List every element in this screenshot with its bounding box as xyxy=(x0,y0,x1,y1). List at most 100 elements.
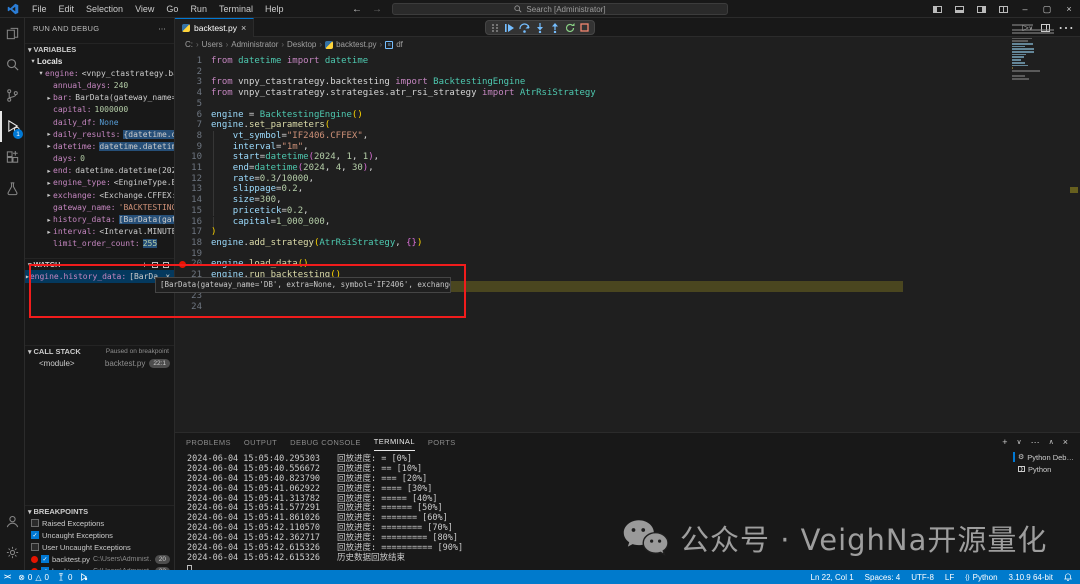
variable-row[interactable]: ▸daily_results: {datetime.date… xyxy=(25,128,174,140)
panel-tab-debug-console[interactable]: DEBUG CONSOLE xyxy=(290,438,361,447)
step-into-icon[interactable] xyxy=(535,23,545,33)
code-line[interactable]: 17) xyxy=(175,227,1080,238)
variable-row[interactable]: ▸history_data: [BarData(gatew… xyxy=(25,213,174,225)
code-line[interactable]: 11 end=datetime(2024, 4, 30), xyxy=(175,163,1080,174)
panel-tab-output[interactable]: OUTPUT xyxy=(244,438,277,447)
code-line[interactable]: 13 slippage=0.2, xyxy=(175,184,1080,195)
close-tab-icon[interactable]: × xyxy=(241,23,246,33)
step-over-icon[interactable] xyxy=(519,23,530,33)
code-line[interactable]: 3from vnpy_ctastrategy.backtesting impor… xyxy=(175,77,1080,88)
notifications-bell-icon[interactable] xyxy=(1064,573,1072,581)
debug-status-icon[interactable] xyxy=(80,573,88,581)
breakpoint-toggle-row[interactable]: User Uncaught Exceptions xyxy=(25,541,174,553)
close-window-button[interactable]: × xyxy=(1058,0,1080,18)
back-arrow-icon[interactable]: ← xyxy=(352,4,362,15)
toggle-sidebar-icon[interactable] xyxy=(926,0,948,18)
breadcrumb-segment[interactable]: Administrator xyxy=(231,40,278,49)
panel-tab-problems[interactable]: PROBLEMS xyxy=(186,438,231,447)
more-actions-icon[interactable]: ⋯ xyxy=(1058,18,1074,38)
variable-row[interactable]: gateway_name: 'BACKTESTING' xyxy=(25,201,174,213)
breakpoints-section-header[interactable]: ▾ BREAKPOINTS xyxy=(25,505,174,517)
code-line[interactable]: 6engine = BacktestingEngine() xyxy=(175,110,1080,121)
breadcrumb-segment[interactable]: Desktop xyxy=(287,40,316,49)
code-line[interactable]: 18engine.add_strategy(AtrRsiStrategy, {}… xyxy=(175,238,1080,249)
breakpoint-toggle-row[interactable]: Raised Exceptions xyxy=(25,517,174,529)
continue-icon[interactable] xyxy=(504,23,514,33)
variables-section-header[interactable]: ▾ VARIABLES xyxy=(25,43,174,55)
encoding[interactable]: UTF-8 xyxy=(911,573,934,582)
python-interpreter[interactable]: 3.10.9 64-bit xyxy=(1009,573,1053,582)
activity-item-run-and-debug[interactable]: 1 xyxy=(0,111,25,142)
variable-row[interactable]: ▾Locals xyxy=(25,55,174,67)
tab-backtest-py[interactable]: backtest.py × xyxy=(175,18,254,37)
variable-row[interactable]: ▾engine: <vnpy_ctastrategy.back… xyxy=(25,67,174,79)
variable-row[interactable]: ▸datetime: datetime.datetime(2… xyxy=(25,140,174,152)
checkbox[interactable] xyxy=(31,543,39,551)
stack-frame[interactable]: <module> backtest.py 22:1 xyxy=(25,357,174,370)
panel-tab-terminal[interactable]: TERMINAL xyxy=(374,434,415,451)
customize-layout-icon[interactable] xyxy=(992,0,1014,18)
checkbox[interactable]: ✓ xyxy=(31,531,39,539)
breadcrumb[interactable]: C:›Users›Administrator›Desktop›backtest.… xyxy=(175,37,1080,52)
variable-row[interactable]: annual_days: 240 xyxy=(25,79,174,91)
new-terminal-icon[interactable]: + xyxy=(1002,437,1007,447)
activity-item-explorer[interactable] xyxy=(0,18,25,49)
restore-button[interactable]: ▢ xyxy=(1036,0,1058,18)
terminal-dropdown-icon[interactable]: ∨ xyxy=(1016,438,1021,446)
code-line[interactable]: 15 pricetick=0.2, xyxy=(175,206,1080,217)
language-mode[interactable]: {}Python xyxy=(965,573,997,582)
code-line[interactable]: 7engine.set_parameters( xyxy=(175,120,1080,131)
breadcrumb-segment[interactable]: C: xyxy=(185,40,193,49)
ports-status[interactable]: 0 xyxy=(57,573,72,582)
command-center-search[interactable]: Search [Administrator] xyxy=(392,3,728,15)
code-line[interactable]: 14 size=300, xyxy=(175,195,1080,206)
menu-terminal[interactable]: Terminal xyxy=(213,0,259,18)
activity-item-extensions[interactable] xyxy=(0,142,25,173)
code-line[interactable]: 9 interval="1m", xyxy=(175,142,1080,153)
activity-item-settings[interactable] xyxy=(0,537,25,568)
menu-run[interactable]: Run xyxy=(184,0,213,18)
cursor-position[interactable]: Ln 22, Col 1 xyxy=(811,573,854,582)
menu-help[interactable]: Help xyxy=(259,0,290,18)
menu-file[interactable]: File xyxy=(26,0,53,18)
menu-view[interactable]: View xyxy=(129,0,160,18)
checkbox[interactable] xyxy=(31,519,39,527)
breakpoint-file-row[interactable]: ✓backtest.pyC:\Users\Administ…20 xyxy=(25,553,174,565)
breadcrumb-segment[interactable]: df xyxy=(396,40,403,49)
toggle-secondary-sidebar-icon[interactable] xyxy=(970,0,992,18)
variable-row[interactable]: capital: 1000000 xyxy=(25,104,174,116)
checkbox[interactable]: ✓ xyxy=(41,555,49,563)
more-actions-icon[interactable]: ⋯ xyxy=(1031,437,1040,448)
code-line[interactable]: 19 xyxy=(175,249,1080,260)
code-line[interactable]: 5 xyxy=(175,99,1080,110)
call-stack-section-header[interactable]: ▾ CALL STACK Paused on breakpoint xyxy=(25,345,174,357)
remote-indicator-icon[interactable]: >< xyxy=(4,574,10,581)
code-area[interactable]: 1from datetime import datetime23from vnp… xyxy=(175,52,1080,432)
activity-item-source-control[interactable] xyxy=(0,80,25,111)
forward-arrow-icon[interactable]: → xyxy=(372,4,382,15)
variable-row[interactable]: ▸bar: BarData(gateway_name='DB… xyxy=(25,92,174,104)
indentation[interactable]: Spaces: 4 xyxy=(865,573,901,582)
variable-row[interactable]: days: 0 xyxy=(25,153,174,165)
activity-item-testing[interactable] xyxy=(0,173,25,204)
problems-status[interactable]: ⊗0 △0 xyxy=(18,573,49,582)
step-out-icon[interactable] xyxy=(550,23,560,33)
variable-row[interactable]: ▸interval: <Interval.MINUTE: '… xyxy=(25,226,174,238)
code-line[interactable]: 16 capital=1_000_000, xyxy=(175,217,1080,228)
restart-icon[interactable] xyxy=(565,23,575,33)
variable-row[interactable]: daily_df: None xyxy=(25,116,174,128)
activity-item-search[interactable] xyxy=(0,49,25,80)
variable-row[interactable]: limit_order_count: 255 xyxy=(25,238,174,250)
code-line[interactable]: 10 start=datetime(2024, 1, 1), xyxy=(175,152,1080,163)
menu-go[interactable]: Go xyxy=(160,0,184,18)
variable-row[interactable]: ▸engine_type: <EngineType.BACK… xyxy=(25,177,174,189)
eol[interactable]: LF xyxy=(945,573,954,582)
breakpoint-toggle-row[interactable]: ✓Uncaught Exceptions xyxy=(25,529,174,541)
code-line[interactable]: 8 vt_symbol="IF2406.CFFEX", xyxy=(175,131,1080,142)
breadcrumb-segment[interactable]: backtest.py xyxy=(336,40,376,49)
activity-item-account[interactable] xyxy=(0,506,25,537)
minimize-button[interactable]: – xyxy=(1014,0,1036,18)
stop-icon[interactable] xyxy=(580,23,589,32)
panel-tab-ports[interactable]: PORTS xyxy=(428,438,456,447)
code-line[interactable]: 12 rate=0.3/10000, xyxy=(175,174,1080,185)
